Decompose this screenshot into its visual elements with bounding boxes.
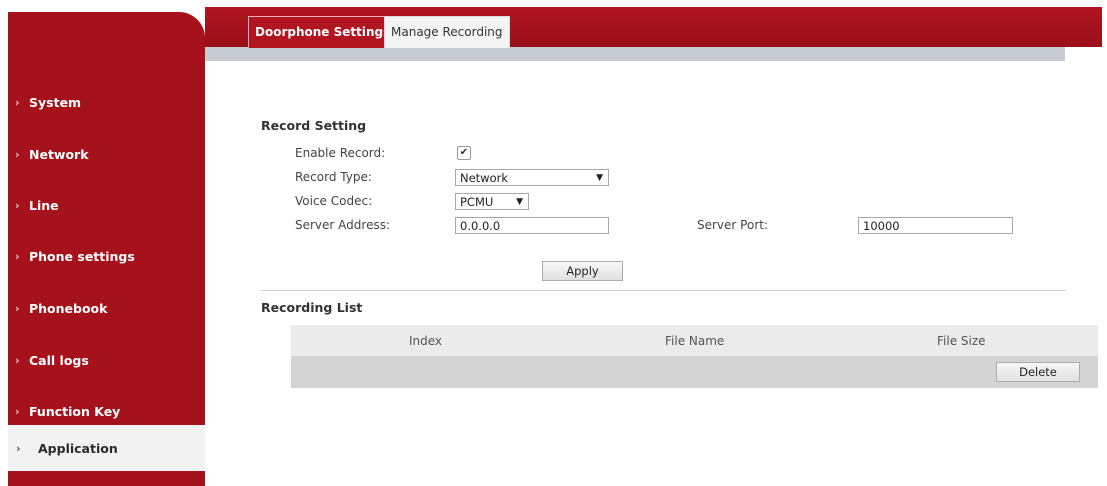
- voice-codec-select[interactable]: PCMU ▼: [455, 193, 529, 210]
- sidebar-item-call-logs[interactable]: › Call logs: [8, 340, 205, 380]
- server-port-input[interactable]: 10000: [858, 217, 1013, 234]
- apply-button[interactable]: Apply: [542, 261, 623, 281]
- enable-record-checkbox[interactable]: ✔: [457, 146, 471, 160]
- sidebar-item-network[interactable]: › Network: [8, 134, 205, 174]
- column-header-index: Index: [409, 334, 443, 348]
- delete-button[interactable]: Delete: [996, 362, 1080, 382]
- header-subband: [205, 47, 1065, 61]
- voice-codec-value: PCMU: [460, 195, 494, 209]
- column-header-file-size: File Size: [937, 334, 986, 348]
- chevron-right-icon: ›: [15, 301, 20, 315]
- record-setting-title: Record Setting: [261, 118, 367, 133]
- chevron-right-icon: ›: [15, 147, 20, 161]
- enable-record-label: Enable Record:: [295, 146, 386, 160]
- sidebar-item-phone-settings[interactable]: › Phone settings: [8, 236, 205, 276]
- sidebar-item-label: Line: [29, 197, 59, 213]
- recording-list-title: Recording List: [261, 300, 363, 315]
- section-divider: [261, 290, 1066, 291]
- chevron-right-icon: ›: [15, 353, 20, 367]
- sidebar-item-label: System: [29, 94, 82, 110]
- sidebar-item-label: Network: [29, 146, 89, 162]
- dropdown-arrow-icon: ▼: [596, 173, 603, 183]
- sidebar-nav: › System › Network › Line › Phone settin…: [8, 12, 205, 486]
- record-type-label: Record Type:: [295, 170, 372, 184]
- sidebar-item-system[interactable]: › System: [8, 82, 205, 122]
- sidebar-item-label: Phone settings: [29, 248, 135, 264]
- sidebar-item-label: Call logs: [29, 352, 89, 368]
- column-header-file-name: File Name: [665, 334, 725, 348]
- sidebar-item-label: Application: [38, 440, 118, 456]
- server-port-label: Server Port:: [697, 218, 768, 232]
- server-address-input[interactable]: 0.0.0.0: [455, 217, 609, 234]
- sidebar-item-label: Function Key: [29, 403, 121, 419]
- tab-doorphone-settings[interactable]: Doorphone Settings: [248, 16, 398, 48]
- sidebar-item-phonebook[interactable]: › Phonebook: [8, 288, 205, 328]
- chevron-right-icon: ›: [16, 441, 21, 455]
- check-icon: ✔: [459, 147, 469, 158]
- chevron-right-icon: ›: [15, 95, 20, 109]
- record-type-select[interactable]: Network ▼: [455, 169, 609, 186]
- sidebar-item-label: Phonebook: [29, 300, 108, 316]
- recording-table-header: Index File Name File Size: [291, 325, 1098, 356]
- tab-manage-recording[interactable]: Manage Recording: [384, 16, 510, 48]
- chevron-right-icon: ›: [15, 249, 20, 263]
- sidebar-item-application[interactable]: › Application: [8, 425, 205, 471]
- sidebar-item-line[interactable]: › Line: [8, 185, 205, 225]
- recording-table-action-row: Delete: [291, 356, 1098, 388]
- chevron-right-icon: ›: [15, 404, 20, 418]
- server-address-label: Server Address:: [295, 218, 390, 232]
- chevron-right-icon: ›: [15, 198, 20, 212]
- voice-codec-label: Voice Codec:: [295, 194, 373, 208]
- dropdown-arrow-icon: ▼: [516, 197, 523, 207]
- record-type-value: Network: [460, 171, 509, 185]
